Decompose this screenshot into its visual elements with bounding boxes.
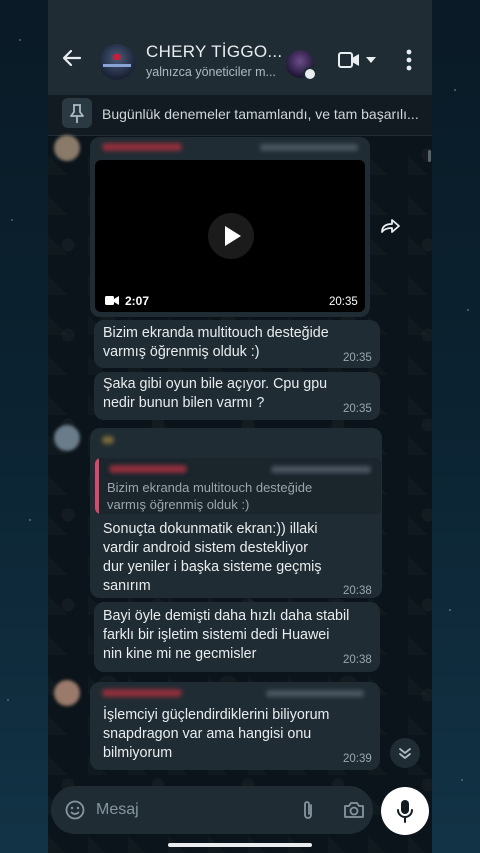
home-indicator[interactable] (168, 843, 312, 847)
message-time: 20:38 (343, 585, 372, 597)
message-input[interactable]: Mesaj (96, 801, 139, 819)
message-composer: Mesaj (51, 786, 373, 834)
message-text: İşlemciyi güçlendirdiklerini biliyorum s… (103, 707, 330, 761)
attach-icon[interactable] (301, 799, 315, 821)
more-icon[interactable] (406, 49, 412, 71)
sender-phone (266, 690, 364, 697)
chevron-down-icon (399, 748, 411, 759)
pinned-thumbnail (62, 98, 92, 128)
message-text: Bayi öyle demişti daha hızlı daha stabil… (103, 608, 350, 662)
sender-avatar[interactable] (54, 425, 80, 451)
message-time: 20:38 (343, 654, 372, 666)
emoji-icon[interactable] (65, 800, 85, 820)
video-duration: 2:07 (125, 294, 150, 308)
scroll-to-bottom-button[interactable] (390, 738, 420, 768)
group-title[interactable]: CHERY TİGGO... (146, 42, 282, 62)
quoted-sender-name (109, 465, 187, 473)
quote-accent-bar (95, 458, 99, 514)
sender-name[interactable] (102, 689, 182, 697)
pinned-message-bar[interactable]: Bugünlük denemeler tamamlandı, ve tam ba… (48, 94, 432, 136)
pinned-message-text: Bugünlük denemeler tamamlandı, ve tam ba… (102, 106, 419, 122)
sender-avatar[interactable] (54, 680, 80, 706)
play-icon (225, 226, 241, 246)
sender-name[interactable] (102, 143, 182, 151)
video-camera-icon (105, 296, 119, 305)
play-button[interactable] (208, 213, 254, 259)
message-text: Şaka gibi oyun bile açıyor. Cpu gpu nedi… (103, 376, 328, 411)
share-icon[interactable] (378, 214, 404, 240)
chat-screen: CHERY TİGGO... yalnızca yöneticiler m...… (48, 0, 432, 853)
quoted-message[interactable]: Bizim ekranda multitouch desteğide varmı… (95, 458, 381, 514)
chevron-down-icon[interactable] (366, 56, 376, 64)
message-time: 20:35 (329, 296, 358, 308)
video-call-icon[interactable] (338, 50, 360, 70)
quoted-text: Bizim ekranda multitouch desteğide varmı… (107, 480, 313, 512)
sender-name[interactable] (102, 436, 114, 444)
chat-header: CHERY TİGGO... yalnızca yöneticiler m... (48, 0, 432, 94)
voice-message-button[interactable] (381, 787, 429, 835)
back-arrow-icon[interactable] (62, 48, 82, 68)
message-text: Bizim ekranda multitouch desteğide varmı… (103, 325, 329, 360)
message-time: 20:35 (343, 352, 372, 364)
sender-avatar[interactable] (54, 135, 80, 161)
sender-phone (260, 144, 358, 151)
message-time: 20:35 (343, 403, 372, 415)
group-avatar[interactable] (99, 44, 135, 80)
camera-icon[interactable] (343, 801, 365, 819)
group-subtitle[interactable]: yalnızca yöneticiler m... (146, 65, 276, 79)
quoted-sender-phone (271, 466, 371, 473)
mic-icon (397, 800, 413, 823)
linked-community-avatar[interactable] (286, 50, 317, 81)
scrollbar-thumb[interactable] (428, 150, 431, 162)
check-icon (303, 67, 317, 81)
message-text: Sonuçta dokunmatik ekran:)) illaki vardi… (103, 521, 322, 594)
pin-icon (70, 104, 84, 123)
message-time: 20:39 (343, 753, 372, 765)
